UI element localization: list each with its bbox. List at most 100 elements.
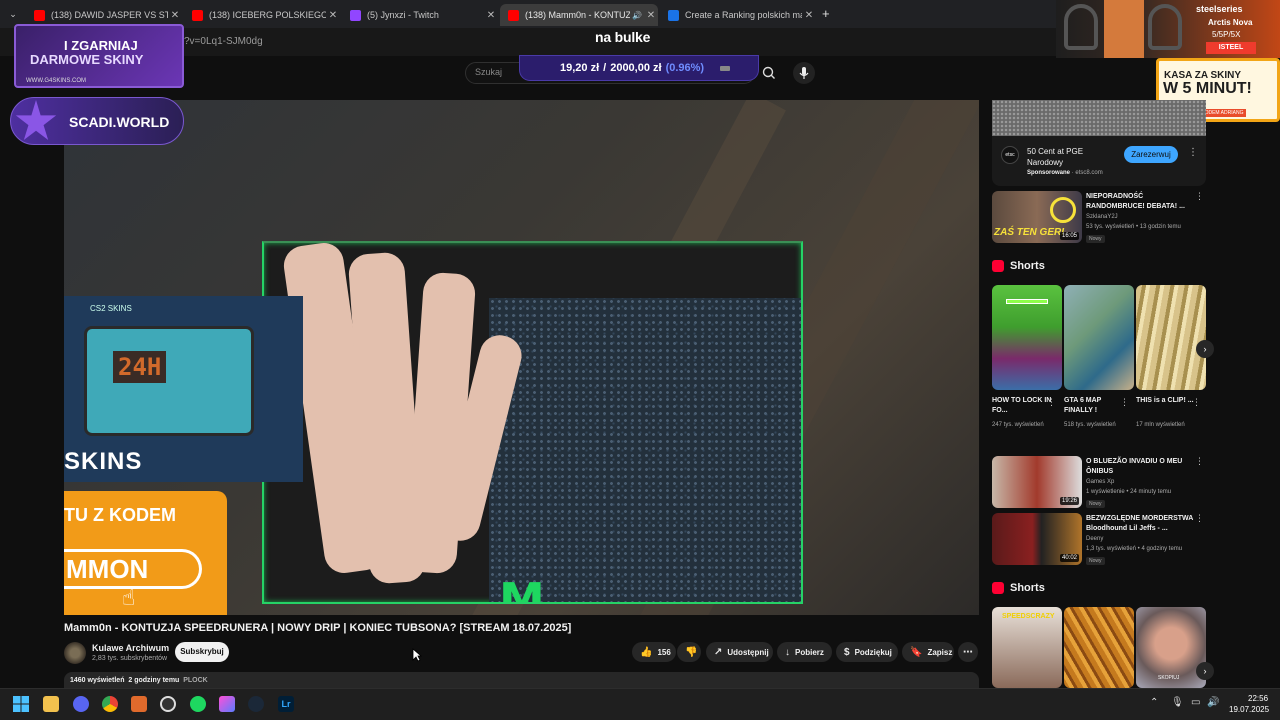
- video-thumbnail[interactable]: ZAŚ TEN GERI 16:05: [992, 191, 1082, 243]
- discord-icon[interactable]: [73, 696, 89, 712]
- media-icon[interactable]: [219, 696, 235, 712]
- monitor-icon[interactable]: ▭: [1191, 697, 1200, 708]
- thanks-button[interactable]: $ Podziękuj: [836, 642, 898, 662]
- rec-meta: 53 tys. wyświetleń • 13 godzin temu: [1086, 224, 1181, 230]
- dislike-button[interactable]: 👎: [677, 642, 701, 662]
- tab-title: (138) DAWID JASPER VS STREAMERZY: [51, 10, 168, 20]
- more-icon[interactable]: ⋮: [1195, 456, 1204, 467]
- list-item[interactable]: ZAŚ TEN GERI 16:05 NIEPORADNOŚĆ RANDOMBR…: [992, 191, 1206, 243]
- rec-title[interactable]: NIEPORADNOŚĆ RANDOMBRUCE! DEBATA! ...: [1086, 192, 1194, 212]
- new-tab-plus-icon[interactable]: +: [822, 6, 830, 21]
- like-button[interactable]: 👍 156: [632, 642, 676, 662]
- streamer-thumb: [1104, 0, 1144, 58]
- promo-code-l1: TU Z KODEM: [64, 505, 176, 525]
- share-button[interactable]: ↗ Udostępnij: [706, 642, 773, 662]
- tab-1[interactable]: (138) ICEBERG POLSKIEGO UNDERGROUND ✕: [184, 4, 340, 26]
- more-icon[interactable]: ⋮: [1188, 147, 1198, 158]
- save-button[interactable]: 🔖 Zapisz: [902, 642, 954, 662]
- spotify-icon[interactable]: [190, 696, 206, 712]
- rec-title[interactable]: BEZWZGLĘDNE MORDERSTWA Bloodhound Lil Je…: [1086, 514, 1194, 534]
- more-icon[interactable]: ⋮: [1047, 397, 1056, 408]
- rec-channel[interactable]: Games Xp: [1086, 479, 1114, 485]
- voice-search-button[interactable]: [793, 62, 815, 84]
- skins-text: SKINS: [64, 448, 143, 475]
- tab-3-active[interactable]: (138) Mamm0n - KONTUZJA 🔊 ✕: [500, 4, 658, 26]
- close-icon[interactable]: ✕: [802, 10, 816, 21]
- more-actions-button[interactable]: ⋯: [958, 642, 978, 662]
- webcam-frame: M: [262, 241, 803, 604]
- star-icon: [15, 100, 57, 141]
- app-icon[interactable]: [131, 696, 147, 712]
- shorts-next-button[interactable]: ›: [1196, 340, 1214, 358]
- mic-icon: [799, 67, 809, 79]
- short-thumbnail[interactable]: [1064, 607, 1134, 688]
- more-icon[interactable]: ⋮: [1120, 397, 1129, 408]
- shorts-icon: [992, 260, 1004, 272]
- tab-2[interactable]: (5) Jynxzi - Twitch ✕: [342, 4, 498, 26]
- shorts-label: Shorts: [1010, 582, 1045, 594]
- url-text[interactable]: ?v=0Lq1-SJM0dg: [184, 36, 263, 47]
- rec-channel[interactable]: SzklanaY2J: [1086, 214, 1118, 220]
- windows-start-icon[interactable]: [13, 696, 29, 712]
- search-button[interactable]: [758, 62, 780, 84]
- short-thumbnail[interactable]: [1064, 285, 1134, 390]
- volume-icon[interactable]: 🔊: [1207, 697, 1219, 708]
- clock-date[interactable]: 19.07.2025: [1229, 705, 1269, 714]
- thanks-icon: $: [844, 646, 850, 658]
- ad-title[interactable]: 50 Cent at PGE Narodowy: [1027, 146, 1117, 168]
- hashtag[interactable]: PLOCK: [183, 677, 208, 684]
- rec-meta: 1 wyświetlenie • 24 minuty temu: [1086, 489, 1172, 495]
- youtube-icon: [34, 9, 45, 21]
- promo-line-2: DARMOWE SKINY: [30, 52, 144, 67]
- channel-name[interactable]: Kulawe Archiwum: [92, 643, 169, 653]
- tab-4[interactable]: Create a Ranking polskich marek ✕: [660, 4, 816, 26]
- lightroom-icon[interactable]: Lr: [278, 696, 294, 712]
- short-thumbnail[interactable]: [992, 285, 1062, 390]
- video-thumbnail[interactable]: 40:02: [992, 513, 1082, 565]
- more-icon[interactable]: ⋮: [1195, 191, 1204, 202]
- screen: ⌄ (138) DAWID JASPER VS STREAMERZY ✕ (13…: [0, 0, 1280, 720]
- more-icon[interactable]: ⋮: [1192, 397, 1201, 408]
- ad-image[interactable]: [992, 100, 1206, 136]
- short-thumbnail[interactable]: [1136, 285, 1206, 390]
- close-icon[interactable]: ✕: [168, 10, 182, 21]
- speaker-icon[interactable]: 🔊: [630, 11, 644, 20]
- ad-cta-button[interactable]: Zarezerwuj: [1124, 146, 1178, 163]
- rec-channel[interactable]: Deeny: [1086, 536, 1103, 542]
- close-icon[interactable]: ✕: [326, 10, 340, 21]
- new-badge: Nowy: [1086, 557, 1105, 565]
- youtube-icon: [192, 9, 203, 21]
- video-player[interactable]: M CS2 SKINS 24H SKINS TU Z KODEM MMON ☝: [64, 100, 979, 615]
- list-item[interactable]: 40:02 BEZWZGLĘDNE MORDERSTWA Bloodhound …: [992, 513, 1206, 565]
- close-icon[interactable]: ✕: [484, 10, 498, 21]
- tab-0[interactable]: (138) DAWID JASPER VS STREAMERZY ✕: [26, 4, 182, 26]
- windows-logo: [13, 696, 29, 712]
- close-icon[interactable]: ✕: [644, 10, 658, 21]
- rec-title[interactable]: O BLUEZÃO INVADIU O MEU ÔNIBUS: [1086, 457, 1194, 477]
- short-title[interactable]: THIS is a CLIP! ...: [1136, 396, 1196, 406]
- thumbs-down-icon: 👎: [685, 646, 698, 658]
- tray-chevron-icon[interactable]: ⌃: [1150, 697, 1158, 708]
- chrome-icon[interactable]: [102, 696, 118, 712]
- subscribe-button[interactable]: Subskrybuj: [175, 642, 229, 662]
- headset-icon: [1064, 4, 1098, 50]
- more-icon[interactable]: ⋮: [1195, 513, 1204, 524]
- short-title[interactable]: HOW TO LOCK IN FO...: [992, 396, 1052, 416]
- steam-icon[interactable]: [248, 696, 264, 712]
- channel-avatar[interactable]: [64, 642, 86, 664]
- save-label: Zapisz: [927, 647, 953, 657]
- video-thumbnail[interactable]: 19:26: [992, 456, 1082, 508]
- list-item[interactable]: 19:26 O BLUEZÃO INVADIU O MEU ÔNIBUS Gam…: [992, 456, 1206, 508]
- short-thumbnail[interactable]: SKOPIUJ: [1136, 607, 1206, 688]
- g4skins-promo: I ZGARNIAJ DARMOWE SKINY WWW.G4SKINS.COM: [14, 24, 184, 88]
- short-title[interactable]: GTA 6 MAP FINALLY !: [1064, 396, 1124, 416]
- mic-tray-icon[interactable]: 🎙: [1171, 697, 1184, 708]
- download-button[interactable]: ↓ Pobierz: [777, 642, 832, 662]
- obs-icon[interactable]: [160, 696, 176, 712]
- file-explorer-icon[interactable]: [43, 696, 59, 712]
- tab-search-chevron-icon[interactable]: ⌄: [6, 7, 20, 21]
- shorts-next-button[interactable]: ›: [1196, 662, 1214, 680]
- csskins-brand: CS2 SKINS: [90, 304, 132, 313]
- short-thumbnail[interactable]: SPEEDSCRAZY: [992, 607, 1062, 688]
- clock-time[interactable]: 22:56: [1248, 694, 1268, 703]
